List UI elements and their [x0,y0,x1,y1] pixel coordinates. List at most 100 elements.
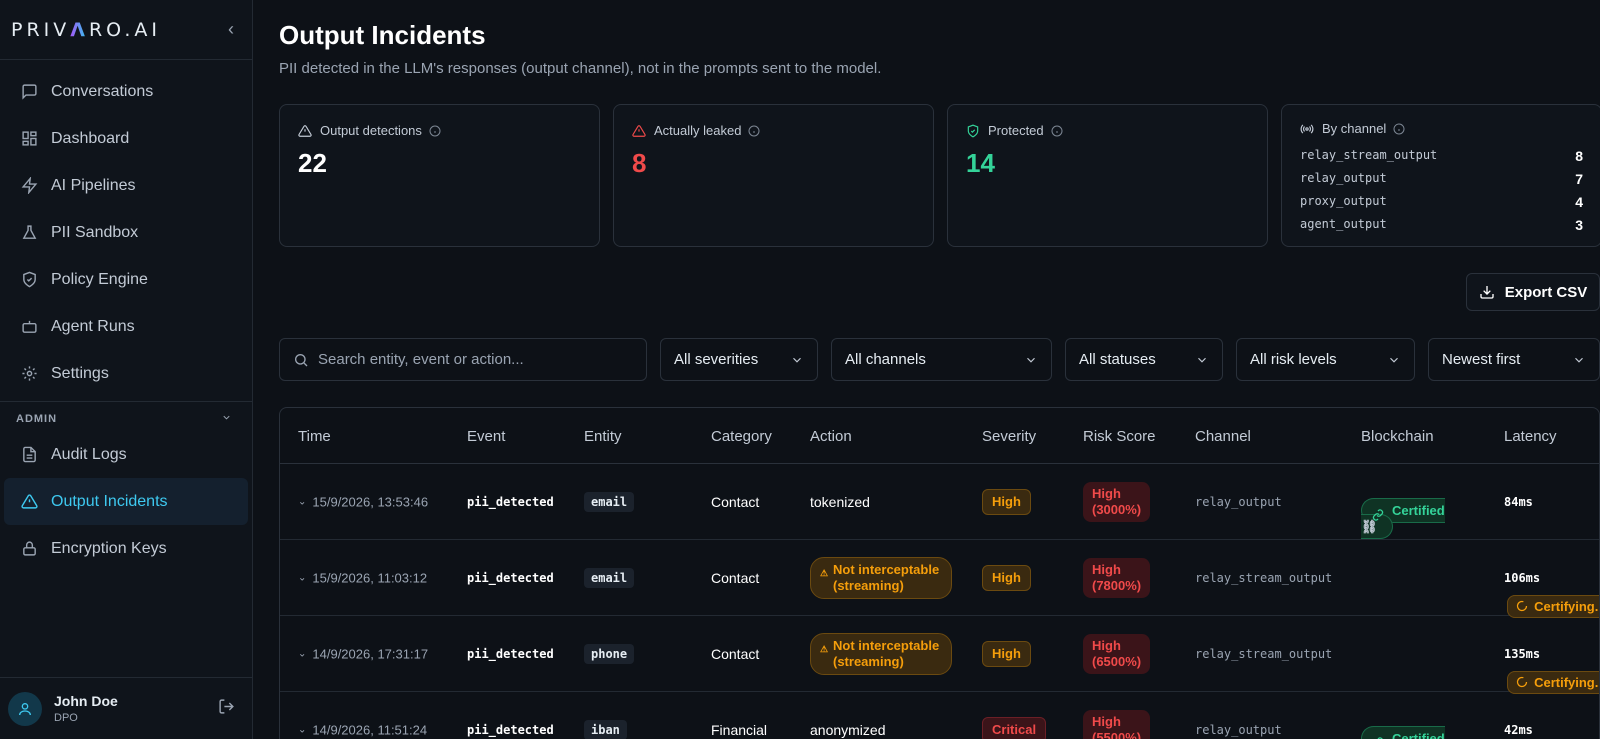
sidebar-item-agent-runs[interactable]: Agent Runs [4,303,248,350]
column-header[interactable]: Severity [982,428,1036,445]
page-subtitle: PII detected in the LLM's responses (out… [279,60,882,77]
stat-card-output-detections: Output detections 22 [279,104,600,247]
table-row[interactable]: ⌄ 14/9/2026, 17:31:17 pii_detected phone … [280,616,1599,694]
collapse-sidebar-icon[interactable]: ‹ [228,19,234,40]
avatar[interactable] [8,691,42,726]
info-icon[interactable] [429,125,441,137]
row-time: ⌄ 15/9/2026, 11:03:12 [298,570,428,585]
sidebar-nav: Conversations Dashboard AI Pipelines PII… [0,60,252,572]
severity-badge: High [982,640,1031,667]
risk-select[interactable]: All risk levels [1236,338,1415,381]
column-header[interactable]: Risk Score [1083,428,1156,445]
info-icon[interactable] [1393,123,1405,135]
column-header[interactable]: Time [298,428,331,445]
expand-chevron-icon[interactable]: ⌄ [298,724,306,735]
search-input[interactable] [318,351,618,368]
row-time: ⌄ 14/9/2026, 17:31:17 [298,646,429,661]
blockchain-certified-badge[interactable]: Certified⛓ [1361,725,1445,739]
blockchain-certifying-badge[interactable]: Certifying... [1507,594,1599,618]
expand-chevron-icon[interactable]: ⌄ [298,648,306,659]
user-name: John Doe [54,693,118,709]
sidebar-item-conversations[interactable]: Conversations [4,68,248,115]
search-box[interactable] [279,338,647,381]
stat-label: By channel [1322,121,1387,136]
row-entity: email [584,567,635,588]
brand-logo[interactable]: PRIVΛRO.AI [11,19,161,41]
incidents-table: Time Event Entity Category Action Severi… [279,407,1600,739]
admin-section-header[interactable]: ADMIN [0,401,252,431]
column-header[interactable]: Category [711,428,772,445]
logout-icon[interactable] [218,698,235,720]
sort-select[interactable]: Newest first [1428,338,1600,381]
stat-card-actually-leaked: Actually leaked 8 [613,104,934,247]
channel-select[interactable]: All channels [831,338,1052,381]
column-header[interactable]: Event [467,428,505,445]
user-panel: John Doe DPO [0,677,253,739]
link-icon [1372,508,1384,521]
chevron-down-icon [1390,357,1398,363]
document-icon [20,446,38,464]
sidebar-item-audit-logs[interactable]: Audit Logs [4,431,248,478]
export-csv-button[interactable]: Export CSV [1466,273,1600,311]
row-action: anonymized [810,721,886,738]
blockchain-certifying-badge[interactable]: Certifying... [1507,670,1599,694]
blockchain-certified-badge[interactable]: Certified⛓ [1361,497,1445,539]
sidebar-item-settings[interactable]: Settings [4,350,248,397]
column-header[interactable]: Entity [584,428,622,445]
table-row[interactable]: ⌄ 15/9/2026, 13:53:46 pii_detected email … [280,464,1599,540]
row-category: Contact [711,569,760,586]
column-header[interactable]: Blockchain [1361,428,1434,445]
chevron-down-icon [1027,357,1035,363]
brand-header: PRIVΛRO.AI ‹ [0,0,252,60]
bolt-icon [20,177,38,195]
download-icon [1480,286,1494,299]
sidebar-item-label: Output Incidents [51,492,168,510]
chain-icon: ⛓ [1361,518,1378,534]
user-icon [19,702,31,715]
row-latency: 84ms [1504,494,1533,509]
broadcast-icon [1300,122,1314,136]
loading-icon [1516,676,1528,687]
row-channel: relay_output [1195,722,1282,737]
gear-icon [20,365,38,383]
sidebar-item-pii-sandbox[interactable]: PII Sandbox [4,209,248,256]
table-row[interactable]: ⌄ 15/9/2026, 11:03:12 pii_detected email … [280,540,1599,618]
severity-select[interactable]: All severities [660,338,818,381]
sidebar-item-label: Conversations [51,82,154,100]
user-role: DPO [54,712,78,724]
sidebar-item-label: Agent Runs [51,317,135,335]
stat-label: Actually leaked [654,123,742,138]
warning-icon: ⚠ [820,643,829,654]
sidebar-item-policy-engine[interactable]: Policy Engine [4,256,248,303]
row-event: pii_detected [467,722,554,737]
filter-bar: All severities All channels All statuses… [279,338,1600,381]
column-header[interactable]: Channel [1195,428,1251,445]
expand-chevron-icon[interactable]: ⌄ [298,496,306,507]
risk-badge: High (5500%) [1083,709,1151,739]
sidebar-item-label: Settings [51,364,109,382]
flask-icon [20,224,38,242]
sidebar-item-ai-pipelines[interactable]: AI Pipelines [4,162,248,209]
status-select[interactable]: All statuses [1065,338,1223,381]
expand-chevron-icon[interactable]: ⌄ [298,572,306,583]
column-header[interactable]: Latency [1504,428,1557,445]
search-icon [295,353,308,366]
sidebar-item-dashboard[interactable]: Dashboard [4,115,248,162]
row-latency: 42ms [1504,722,1533,737]
row-entity: iban [584,719,627,739]
row-event: pii_detected [467,646,554,661]
sidebar-item-label: Dashboard [51,129,130,147]
chat-icon [20,83,38,101]
row-channel: relay_output [1195,494,1282,509]
sidebar-item-output-incidents[interactable]: Output Incidents [4,478,248,525]
sidebar: PRIVΛRO.AI ‹ Conversations Dashboard AI … [0,0,253,739]
table-row[interactable]: ⌄ 14/9/2026, 11:51:24 pii_detected iban F… [280,692,1599,739]
info-icon[interactable] [748,125,760,137]
warning-icon [298,124,312,138]
column-header[interactable]: Action [810,428,852,445]
sidebar-item-label: Encryption Keys [51,539,167,557]
row-latency: 135ms [1504,646,1541,661]
info-icon[interactable] [1051,125,1063,137]
sidebar-item-encryption-keys[interactable]: Encryption Keys [4,525,248,572]
row-event: pii_detected [467,494,554,509]
